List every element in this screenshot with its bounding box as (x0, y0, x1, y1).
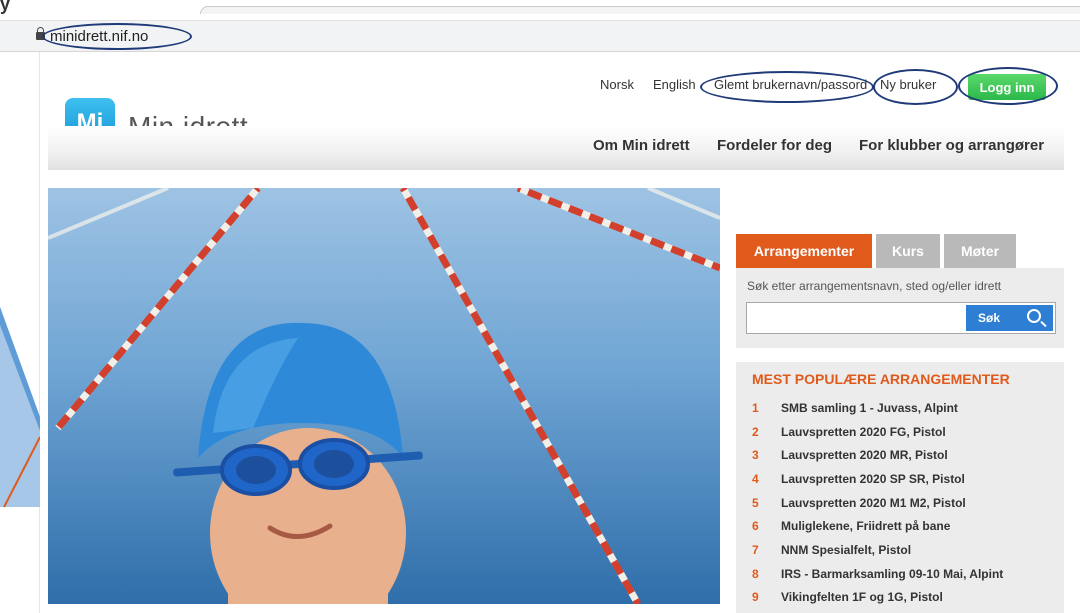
list-item[interactable]: 9 Vikingfelten 1F og 1G, Pistol (752, 586, 1003, 610)
list-item-link[interactable]: SMB samling 1 - Juvass, Alpint (781, 401, 958, 415)
nav-fordeler-for-deg[interactable]: Fordeler for deg (717, 137, 832, 154)
nav-for-klubber[interactable]: For klubber og arrangører (859, 137, 1044, 154)
list-item[interactable]: 8 IRS - Barmarksamling 09-10 Mai, Alpint (752, 562, 1003, 586)
annotation-ring-url (42, 23, 192, 50)
list-item-link[interactable]: Lauvspretten 2020 SP SR, Pistol (781, 472, 965, 486)
search-icon (1027, 309, 1041, 323)
list-item-number: 3 (752, 448, 759, 463)
address-bar[interactable]: minidrett.nif.no (0, 20, 1080, 52)
list-item[interactable]: 4 Lauvspretten 2020 SP SR, Pistol (752, 467, 1003, 491)
list-item[interactable]: 3 Lauvspretten 2020 MR, Pistol (752, 443, 1003, 467)
tab-strip: y (0, 0, 1080, 20)
browser-window: y minidrett.nif.no Mi Min idrett Norsk E… (0, 0, 1080, 613)
hero-swimmer-illustration (48, 188, 720, 604)
list-item[interactable]: 6 Muliglekene, Friidrett på bane (752, 514, 1003, 538)
language-norsk-link[interactable]: Norsk (600, 77, 634, 92)
list-item-link[interactable]: IRS - Barmarksamling 09-10 Mai, Alpint (781, 567, 1003, 581)
hero-image (48, 188, 720, 604)
annotation-ring-forgot (700, 71, 874, 103)
tab-kurs[interactable]: Kurs (876, 234, 940, 268)
list-item[interactable]: 5 Lauvspretten 2020 M1 M2, Pistol (752, 491, 1003, 515)
search-button-label: Søk (978, 311, 1001, 325)
list-item[interactable]: 2 Lauvspretten 2020 FG, Pistol (752, 420, 1003, 444)
annotation-ring-new-user (873, 69, 958, 105)
list-item[interactable]: 1 SMB samling 1 - Juvass, Alpint (752, 396, 1003, 420)
list-item-number: 6 (752, 519, 759, 534)
list-item-number: 9 (752, 590, 759, 605)
tab-moter[interactable]: Møter (944, 234, 1016, 268)
list-item-number: 1 (752, 400, 759, 415)
search-label: Søk etter arrangementsnavn, sted og/elle… (747, 279, 1002, 293)
list-item[interactable]: 7 NNM Spesialfelt, Pistol (752, 538, 1003, 562)
list-item-number: 7 (752, 542, 759, 557)
decorative-shape (0, 307, 40, 507)
list-item-number: 4 (752, 471, 759, 486)
list-item-link[interactable]: Muliglekene, Friidrett på bane (781, 519, 950, 533)
tab-arrangementer[interactable]: Arrangementer (736, 234, 872, 268)
language-english-link[interactable]: English (653, 77, 696, 92)
list-item-link[interactable]: Lauvspretten 2020 MR, Pistol (781, 448, 948, 462)
list-item-link[interactable]: Vikingfelten 1F og 1G, Pistol (781, 590, 943, 604)
popular-events-title: MEST POPULÆRE ARRANGEMENTER (752, 371, 1010, 387)
list-item-link[interactable]: Lauvspretten 2020 M1 M2, Pistol (781, 496, 966, 510)
popular-events-list: 1 SMB samling 1 - Juvass, Alpint 2 Lauvspr… (752, 396, 1003, 609)
list-item-number: 5 (752, 495, 759, 510)
left-gutter (0, 52, 40, 613)
tab-shape[interactable] (200, 6, 1080, 14)
list-item-number: 8 (752, 566, 759, 581)
annotation-ring-login (958, 67, 1058, 105)
list-item-link[interactable]: Lauvspretten 2020 FG, Pistol (781, 425, 946, 439)
search-button[interactable]: Søk (966, 305, 1053, 331)
nav-om-min-idrett[interactable]: Om Min idrett (593, 137, 690, 154)
list-item-link[interactable]: NNM Spesialfelt, Pistol (781, 543, 911, 557)
tab-title-fragment: y (0, 0, 11, 14)
list-item-number: 2 (752, 424, 759, 439)
